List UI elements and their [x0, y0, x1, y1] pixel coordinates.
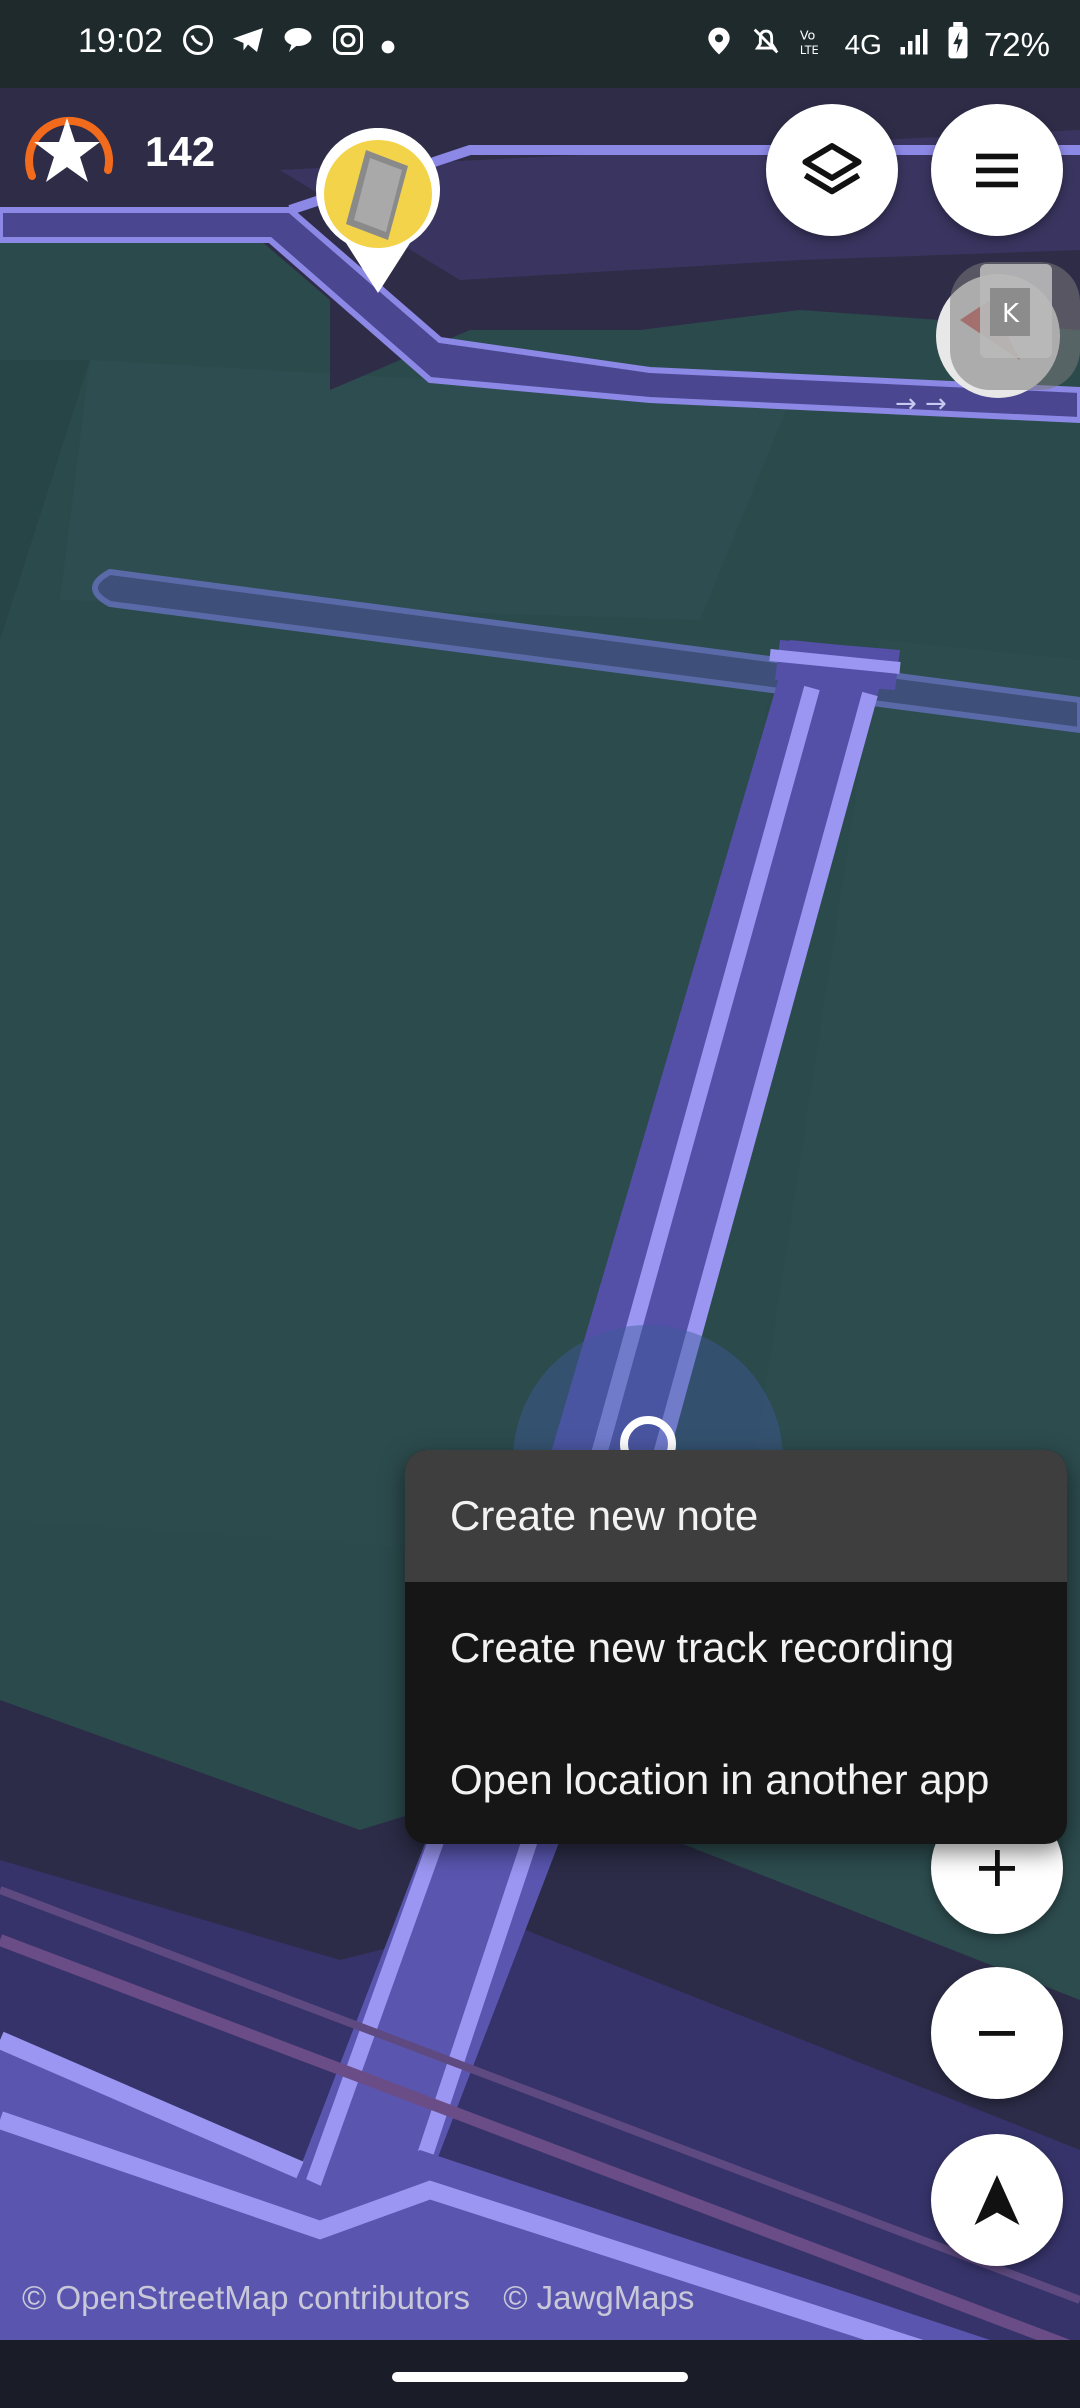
zoom-out-button[interactable] — [931, 1967, 1063, 2099]
follow-location-button[interactable] — [931, 2134, 1063, 2266]
menu-item-label: Create new note — [450, 1492, 759, 1539]
layers-button[interactable] — [766, 104, 898, 236]
svg-text:LTE: LTE — [799, 43, 818, 57]
bell-off-icon — [749, 23, 783, 67]
whatsapp-icon — [180, 22, 216, 66]
home-gesture-handle[interactable] — [392, 2372, 688, 2382]
map-context-menu: Create new note Create new track recordi… — [405, 1450, 1067, 1844]
minus-icon — [979, 2031, 1015, 2036]
star-count: 142 — [145, 128, 216, 175]
menu-item-label: Create new track recording — [450, 1624, 955, 1671]
menu-item-open-location[interactable]: Open location in another app — [405, 1714, 1067, 1844]
status-bar: 19:02 Vo LTE 4G 72% — [0, 0, 1080, 88]
hamburger-icon — [976, 153, 1018, 188]
compass-button[interactable]: K — [930, 250, 1080, 400]
svg-text:K: K — [1002, 299, 1020, 329]
main-menu-button[interactable] — [931, 104, 1063, 236]
quest-pin-marker[interactable] — [308, 127, 448, 298]
star-progress-icon — [25, 116, 114, 182]
achievements-button[interactable] — [12, 96, 122, 206]
menu-item-label: Open location in another app — [450, 1756, 990, 1803]
battery-level: 72% — [983, 26, 1050, 63]
svg-text:Vo: Vo — [799, 29, 815, 44]
telegram-icon — [230, 22, 266, 66]
volte-icon: Vo LTE — [797, 23, 831, 67]
attribution-osm[interactable]: © OpenStreetMap contributors — [22, 2279, 470, 2316]
chat-icon — [280, 22, 316, 66]
location-icon — [703, 23, 735, 67]
dot-icon — [380, 25, 396, 63]
map-attribution[interactable]: © OpenStreetMap contributors © JawgMaps — [22, 2279, 718, 2317]
map-canvas[interactable]: → → — [0, 0, 1080, 2408]
menu-item-create-note[interactable]: Create new note — [405, 1450, 1067, 1582]
battery-charging-icon — [946, 22, 970, 68]
network-type: 4G — [844, 29, 882, 60]
plus-icon — [979, 1850, 1015, 1886]
navigation-arrow-icon — [974, 2175, 1020, 2225]
attribution-jawg[interactable]: © JawgMaps — [503, 2279, 694, 2316]
instagram-icon — [330, 22, 366, 66]
menu-item-create-track[interactable]: Create new track recording — [405, 1582, 1067, 1714]
layers-icon — [802, 143, 862, 195]
signal-icon — [896, 23, 932, 67]
status-time: 19:02 — [78, 22, 164, 60]
